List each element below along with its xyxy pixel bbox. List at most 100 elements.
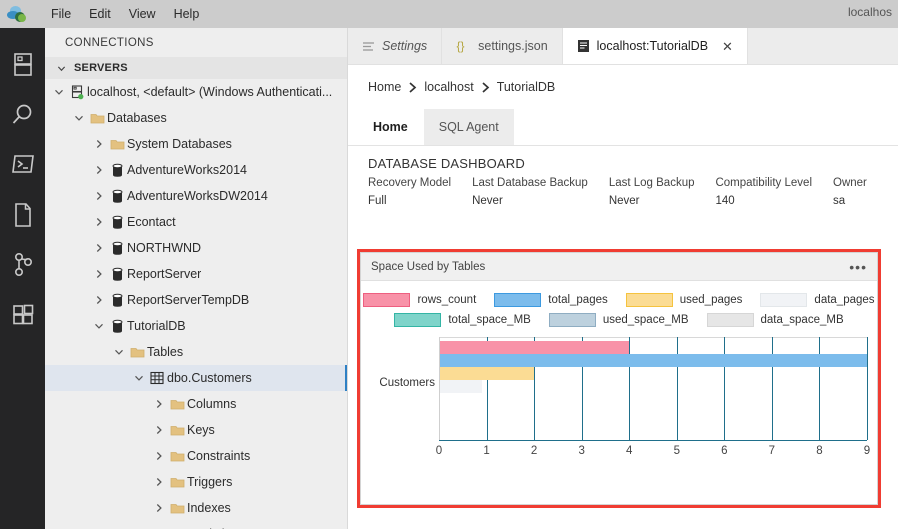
chevron-down-icon[interactable] — [131, 373, 147, 383]
legend-label: rows_count — [417, 294, 476, 306]
chevron-down-icon[interactable] — [71, 113, 87, 123]
chevron-right-icon[interactable] — [151, 451, 167, 461]
chevron-right-icon[interactable] — [91, 191, 107, 201]
x-axis-tick-label: 7 — [762, 445, 782, 457]
legend-item-used_space_MB[interactable]: used_space_MB — [549, 313, 689, 327]
menu-item-file[interactable]: File — [42, 4, 80, 24]
tree-item-keys[interactable]: Keys — [45, 417, 347, 443]
tree-item-reportserver[interactable]: ReportServer — [45, 261, 347, 287]
property-value: sa — [833, 195, 867, 207]
tree-item-tables[interactable]: Tables — [45, 339, 347, 365]
tree-item-columns[interactable]: Columns — [45, 391, 347, 417]
chevron-down-icon — [53, 64, 69, 73]
menu-item-view[interactable]: View — [120, 4, 165, 24]
menu-item-help[interactable]: Help — [165, 4, 209, 24]
tree-item-reportservertempdb[interactable]: ReportServerTempDB — [45, 287, 347, 313]
tree-item-tutorialdb[interactable]: TutorialDB — [45, 313, 347, 339]
chart-bar-rows_count[interactable] — [440, 341, 629, 354]
chevron-down-icon[interactable] — [111, 347, 127, 357]
folder-icon — [167, 502, 187, 515]
servers-icon[interactable] — [0, 40, 45, 90]
chevron-right-icon[interactable] — [91, 139, 107, 149]
chart-gridline — [677, 337, 678, 440]
breadcrumb-item-tutorialdb[interactable]: TutorialDB — [497, 80, 556, 94]
tree-item-indexes[interactable]: Indexes — [45, 495, 347, 521]
chevron-down-icon[interactable] — [51, 87, 67, 97]
chevron-right-icon[interactable] — [151, 477, 167, 487]
editor-tab-settings-json[interactable]: {}settings.json — [442, 28, 562, 64]
folder-icon — [167, 398, 187, 411]
chevron-right-icon[interactable] — [91, 295, 107, 305]
folder-icon — [167, 450, 187, 463]
x-axis-tick-label: 3 — [572, 445, 592, 457]
tree-item-label: Constraints — [187, 449, 250, 463]
tree-item-label: Keys — [187, 423, 215, 437]
legend-label: used_space_MB — [603, 314, 689, 326]
tree-item-constraints[interactable]: Constraints — [45, 443, 347, 469]
servers-section-header[interactable]: SERVERS — [45, 57, 347, 79]
chevron-right-icon[interactable] — [151, 425, 167, 435]
chart-bar-used_pages[interactable] — [440, 367, 534, 380]
chevron-right-icon[interactable] — [91, 243, 107, 253]
tab-sql-agent[interactable]: SQL Agent — [424, 109, 515, 145]
legend-item-data_space_MB[interactable]: data_space_MB — [707, 313, 844, 327]
json-braces-icon: {} — [456, 39, 471, 53]
more-options-icon[interactable]: ••• — [849, 263, 867, 271]
tree-item-adventureworksdw2014[interactable]: AdventureWorksDW2014 — [45, 183, 347, 209]
editor-tab-localhost-tutorialdb[interactable]: localhost:TutorialDB✕ — [563, 28, 748, 64]
legend-swatch — [760, 293, 807, 307]
tree-item-triggers[interactable]: Triggers — [45, 469, 347, 495]
chevron-right-icon[interactable] — [91, 217, 107, 227]
chart-gridline — [867, 337, 868, 440]
source-control-icon[interactable] — [0, 240, 45, 290]
breadcrumb-item-localhost[interactable]: localhost — [424, 80, 473, 94]
settings-list-icon — [362, 41, 375, 52]
extensions-icon[interactable] — [0, 290, 45, 340]
database-properties: Recovery ModelFullLast Database BackupNe… — [348, 171, 898, 207]
chevron-right-icon[interactable] — [151, 399, 167, 409]
folder-icon — [167, 424, 187, 437]
chevron-down-icon[interactable] — [91, 321, 107, 331]
legend-item-total_pages[interactable]: total_pages — [494, 293, 607, 307]
legend-item-total_space_MB[interactable]: total_space_MB — [394, 313, 530, 327]
tree-item-econtact[interactable]: Econtact — [45, 209, 347, 235]
breadcrumb-item-home[interactable]: Home — [368, 80, 401, 94]
object-explorer-tree: localhost, <default> (Windows Authentica… — [45, 79, 347, 529]
legend-item-used_pages[interactable]: used_pages — [626, 293, 743, 307]
tree-item-statistics[interactable]: Statistics — [45, 521, 347, 529]
property-label: Owner — [833, 177, 867, 189]
plot-top-border — [439, 337, 867, 338]
tree-item-system-databases[interactable]: System Databases — [45, 131, 347, 157]
database-icon — [107, 241, 127, 256]
server-icon — [67, 85, 87, 100]
property-compatibility-level: Compatibility Level140 — [715, 177, 812, 207]
tree-item-adventureworks2014[interactable]: AdventureWorks2014 — [45, 157, 347, 183]
legend-item-rows_count[interactable]: rows_count — [363, 293, 476, 307]
chevron-right-icon — [481, 81, 490, 94]
tree-item-localhost-default-windows-authenticati[interactable]: localhost, <default> (Windows Authentica… — [45, 79, 347, 105]
search-icon[interactable] — [0, 90, 45, 140]
menu-item-edit[interactable]: Edit — [80, 4, 120, 24]
chart-gridline — [772, 337, 773, 440]
chart-bar-data_pages[interactable] — [440, 380, 482, 393]
chart-bar-total_pages[interactable] — [440, 354, 867, 367]
terminal-icon[interactable] — [0, 140, 45, 190]
tree-item-label: Econtact — [127, 215, 176, 229]
tree-item-databases[interactable]: Databases — [45, 105, 347, 131]
tab-home[interactable]: Home — [358, 109, 424, 145]
tree-item-label: AdventureWorks2014 — [127, 163, 247, 177]
chevron-right-icon[interactable] — [91, 165, 107, 175]
x-axis-tick-label: 6 — [714, 445, 734, 457]
editor-tab-settings[interactable]: Settings — [348, 28, 442, 64]
file-icon[interactable] — [0, 190, 45, 240]
close-icon[interactable]: ✕ — [722, 40, 733, 53]
legend-item-data_pages[interactable]: data_pages — [760, 293, 874, 307]
tree-item-label: AdventureWorksDW2014 — [127, 189, 268, 203]
folder-icon — [107, 138, 127, 151]
chart-legend: rows_count total_pages used_pages data_page… — [361, 281, 877, 327]
tree-item-northwnd[interactable]: NORTHWND — [45, 235, 347, 261]
chevron-right-icon[interactable] — [151, 503, 167, 513]
property-label: Recovery Model — [368, 177, 451, 189]
chevron-right-icon[interactable] — [91, 269, 107, 279]
tree-item-dbo-customers[interactable]: dbo.Customers — [45, 365, 347, 391]
